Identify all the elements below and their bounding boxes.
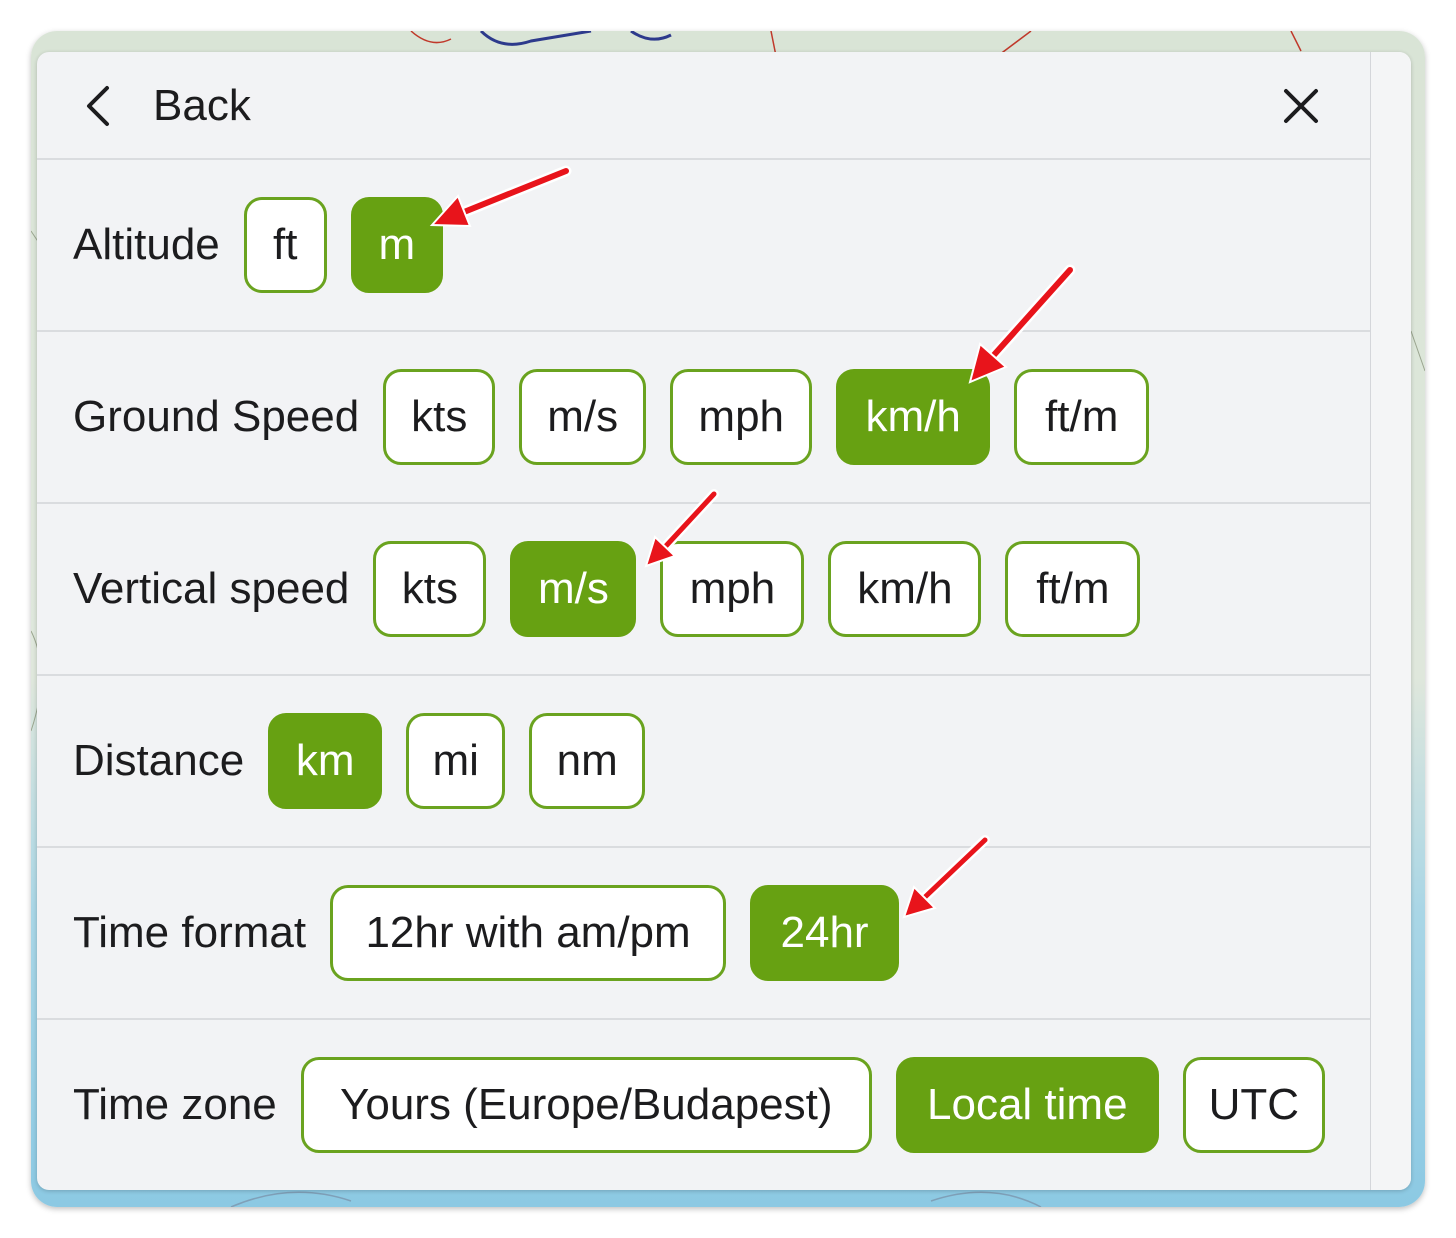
setting-row-ground-speed: Ground Speed kts m/s mph km/h ft/m bbox=[37, 332, 1370, 504]
option-local-time[interactable]: Local time bbox=[895, 1057, 1159, 1153]
setting-label: Altitude bbox=[73, 220, 220, 269]
units-settings-panel: Back Altitude ft m Ground Speed kts m/s … bbox=[37, 52, 1411, 1190]
option-group: kts m/s mph km/h ft/m bbox=[383, 369, 1173, 465]
option-km-per-h[interactable]: km/h bbox=[828, 541, 982, 637]
setting-row-distance: Distance km mi nm bbox=[37, 676, 1370, 848]
option-kts[interactable]: kts bbox=[383, 369, 496, 465]
panel-header: Back bbox=[37, 52, 1370, 160]
option-m[interactable]: m bbox=[350, 197, 443, 293]
scrollbar-track[interactable] bbox=[1370, 52, 1411, 1190]
setting-label: Distance bbox=[73, 736, 245, 785]
setting-row-altitude: Altitude ft m bbox=[37, 160, 1370, 332]
option-m-per-s[interactable]: m/s bbox=[510, 541, 637, 637]
setting-label: Vertical speed bbox=[73, 564, 350, 613]
option-24hr[interactable]: 24hr bbox=[750, 885, 900, 981]
chevron-left-icon bbox=[87, 86, 109, 126]
option-utc[interactable]: UTC bbox=[1182, 1057, 1325, 1153]
option-nm[interactable]: nm bbox=[529, 713, 646, 809]
back-label: Back bbox=[153, 81, 251, 130]
option-group: Yours (Europe/Budapest) Local time UTC bbox=[300, 1057, 1349, 1153]
option-yours-timezone[interactable]: Yours (Europe/Budapest) bbox=[300, 1057, 872, 1153]
option-group: kts m/s mph km/h ft/m bbox=[373, 541, 1164, 637]
option-km[interactable]: km bbox=[268, 713, 383, 809]
option-ft[interactable]: ft bbox=[243, 197, 327, 293]
back-button[interactable]: Back bbox=[83, 78, 251, 134]
setting-row-time-format: Time format 12hr with am/pm 24hr bbox=[37, 848, 1370, 1020]
option-12hr[interactable]: 12hr with am/pm bbox=[330, 885, 727, 981]
option-mi[interactable]: mi bbox=[406, 713, 506, 809]
option-km-per-h[interactable]: km/h bbox=[836, 369, 991, 465]
option-ft-per-m[interactable]: ft/m bbox=[1005, 541, 1141, 637]
option-ft-per-m[interactable]: ft/m bbox=[1014, 369, 1150, 465]
setting-row-vertical-speed: Vertical speed kts m/s mph km/h ft/m bbox=[37, 504, 1370, 676]
option-mph[interactable]: mph bbox=[660, 541, 805, 637]
setting-label: Time zone bbox=[73, 1080, 277, 1129]
setting-row-time-zone: Time zone Yours (Europe/Budapest) Local … bbox=[37, 1020, 1370, 1190]
option-group: ft m bbox=[243, 197, 467, 293]
setting-label: Ground Speed bbox=[73, 392, 360, 441]
option-group: km mi nm bbox=[268, 713, 669, 809]
setting-label: Time format bbox=[73, 908, 307, 957]
option-mph[interactable]: mph bbox=[670, 369, 813, 465]
option-kts[interactable]: kts bbox=[373, 541, 487, 637]
close-icon[interactable] bbox=[1277, 82, 1325, 130]
option-group: 12hr with am/pm 24hr bbox=[330, 885, 923, 981]
option-m-per-s[interactable]: m/s bbox=[519, 369, 647, 465]
